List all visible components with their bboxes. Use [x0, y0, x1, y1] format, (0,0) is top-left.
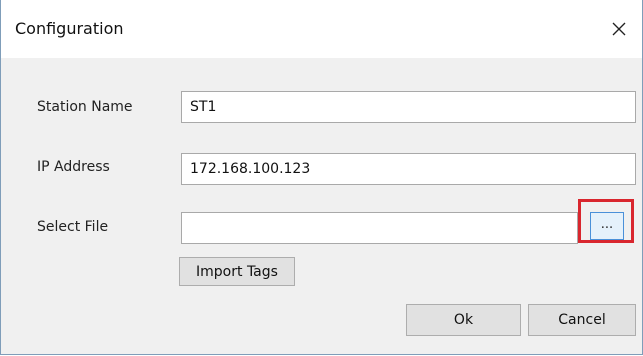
- configuration-dialog: Configuration Station Name ST1 IP Addres…: [0, 0, 643, 355]
- select-file-input[interactable]: [181, 212, 578, 244]
- import-tags-button[interactable]: Import Tags: [179, 257, 295, 286]
- station-name-label: Station Name: [37, 99, 133, 115]
- title-bar: Configuration: [1, 0, 642, 58]
- window-title: Configuration: [15, 19, 124, 38]
- ip-address-input[interactable]: 172.168.100.123: [181, 153, 636, 185]
- ok-button[interactable]: Ok: [406, 304, 521, 336]
- cancel-button[interactable]: Cancel: [528, 304, 636, 336]
- station-name-input[interactable]: ST1: [181, 91, 636, 123]
- close-button[interactable]: [601, 12, 637, 46]
- select-file-label: Select File: [37, 219, 109, 235]
- dialog-body: Station Name ST1 IP Address 172.168.100.…: [1, 58, 642, 354]
- close-icon: [612, 22, 626, 36]
- browse-file-button[interactable]: ...: [590, 212, 624, 240]
- ip-address-label: IP Address: [37, 159, 110, 175]
